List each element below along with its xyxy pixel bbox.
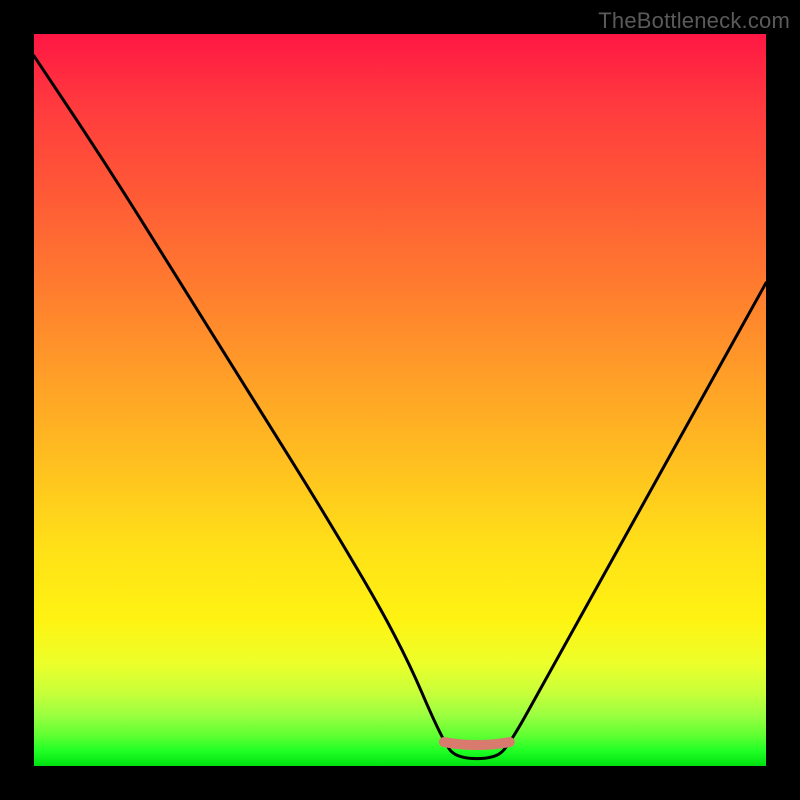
chart-svg (34, 34, 766, 766)
chart-frame: TheBottleneck.com (0, 0, 800, 800)
chart-plot-area (34, 34, 766, 766)
optimal-range-marker (444, 742, 510, 745)
watermark-text: TheBottleneck.com (598, 8, 790, 34)
bottleneck-curve-line (34, 56, 766, 759)
